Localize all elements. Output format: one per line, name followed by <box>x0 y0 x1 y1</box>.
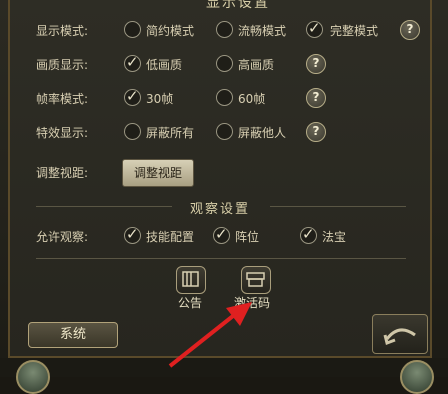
option-60fps-label: 60帧 <box>238 92 266 106</box>
option-treasure-label: 法宝 <box>322 230 347 244</box>
check-icon: ✓ <box>126 53 139 71</box>
effects-label: 特效显示: <box>36 126 89 140</box>
divider <box>270 206 406 207</box>
observe-section-title: 观察设置 <box>190 202 251 217</box>
option-30fps-label: 30帧 <box>146 92 174 106</box>
help-icon[interactable]: ? <box>306 122 326 142</box>
system-button[interactable]: 系统 <box>28 322 118 348</box>
radio-hide-all[interactable] <box>124 123 141 140</box>
option-skill-config-label: 技能配置 <box>146 230 195 244</box>
quality-label: 画质显示: <box>36 58 89 72</box>
option-formation-label: 阵位 <box>235 230 260 244</box>
notice-icon[interactable] <box>176 266 206 294</box>
check-icon: ✓ <box>126 87 139 105</box>
view-distance-label: 调整视距: <box>36 166 89 180</box>
activation-code-icon[interactable] <box>241 266 271 294</box>
check-icon: ✓ <box>308 19 321 37</box>
back-arrow-icon <box>383 328 416 345</box>
check-icon: ✓ <box>302 225 315 243</box>
check-icon: ✓ <box>126 225 139 243</box>
radio-smooth-mode[interactable] <box>216 21 233 38</box>
option-full-mode-label: 完整模式 <box>330 24 379 38</box>
option-hide-all-label: 屏蔽所有 <box>146 126 195 140</box>
panel-title: 显示设置 <box>206 0 270 11</box>
fps-label: 帧率模式: <box>36 92 89 106</box>
orb-icon <box>16 360 50 394</box>
option-smooth-mode-label: 流畅模式 <box>238 24 287 38</box>
observe-label: 允许观察: <box>36 230 89 244</box>
orb-icon <box>400 360 434 394</box>
radio-60fps[interactable] <box>216 89 233 106</box>
option-simple-mode-label: 简约模式 <box>146 24 195 38</box>
help-icon[interactable]: ? <box>306 88 326 108</box>
adjust-view-distance-button[interactable]: 调整视距 <box>122 159 194 187</box>
divider <box>36 206 172 207</box>
annotation-arrow <box>168 302 252 368</box>
radio-high-quality[interactable] <box>216 55 233 72</box>
back-button[interactable] <box>372 314 428 354</box>
display-mode-label: 显示模式: <box>36 24 89 38</box>
divider <box>36 258 406 259</box>
option-high-quality-label: 高画质 <box>238 58 275 72</box>
option-low-quality-label: 低画质 <box>146 58 183 72</box>
option-hide-others-label: 屏蔽他人 <box>238 126 287 140</box>
check-icon: ✓ <box>215 225 228 243</box>
radio-simple-mode[interactable] <box>124 21 141 38</box>
help-icon[interactable]: ? <box>306 54 326 74</box>
radio-hide-others[interactable] <box>216 123 233 140</box>
help-icon[interactable]: ? <box>400 20 420 40</box>
